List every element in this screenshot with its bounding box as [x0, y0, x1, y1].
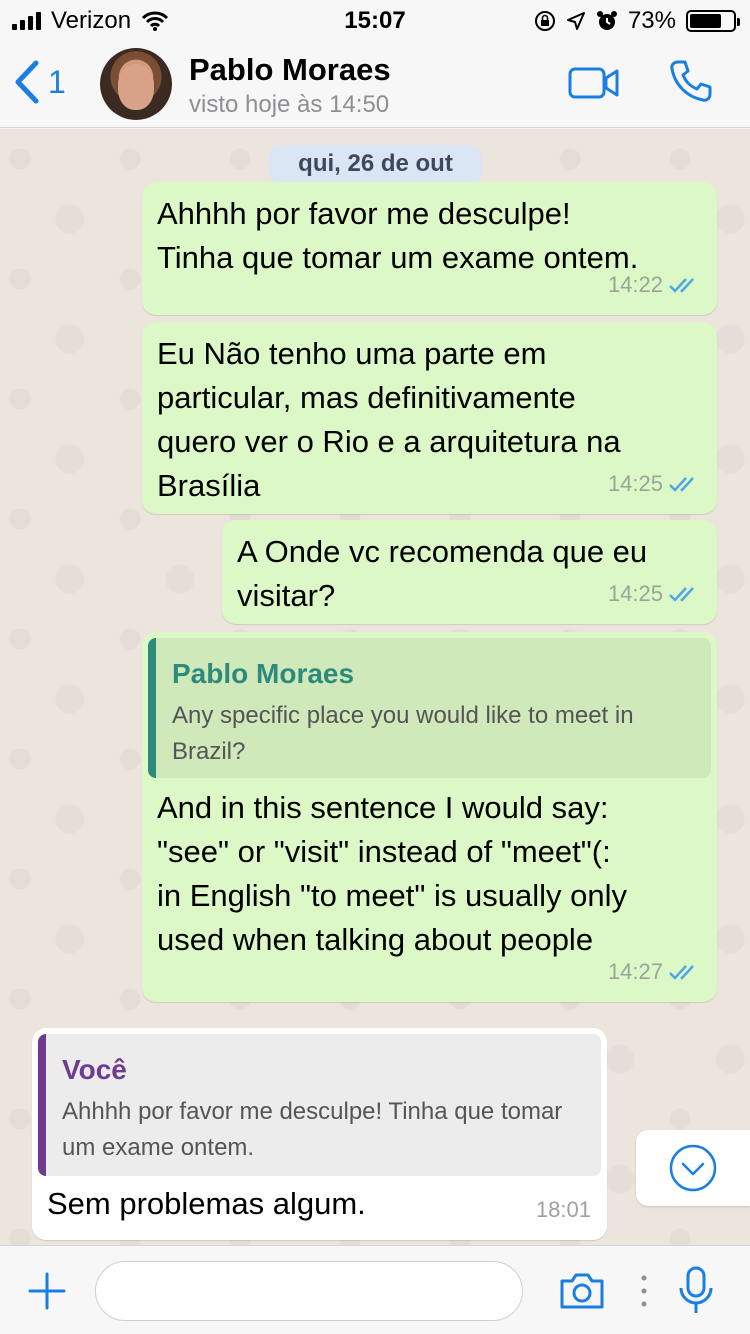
message-time: 14:27 — [607, 959, 663, 984]
status-bar: Verizon 15:07 73% — [0, 0, 750, 40]
alarm-icon — [596, 11, 617, 30]
quote-bar — [148, 638, 156, 778]
date-separator: qui, 26 de out — [269, 145, 482, 183]
phone-icon[interactable] — [668, 58, 714, 104]
message-time: 18:01 — [535, 1197, 591, 1222]
back-button[interactable]: 1 — [14, 60, 66, 104]
read-ticks-icon — [669, 477, 694, 492]
battery-icon — [686, 10, 740, 32]
contact-name[interactable]: Pablo Moraes — [189, 52, 391, 88]
message-time: 14:22 — [607, 272, 663, 297]
message-text: Sem problemas algum. — [47, 1186, 366, 1221]
plus-icon[interactable] — [28, 1272, 66, 1310]
quote-bar — [38, 1034, 46, 1176]
message-meta: 18:01 — [536, 1188, 591, 1232]
whatsapp-chat-screen: Verizon 15:07 73% 1 Pablo Moraes visto h… — [0, 0, 750, 1334]
quoted-message[interactable]: Você Ahhhh por favor me desculpe! Tinha … — [38, 1034, 601, 1176]
message-text: And in this sentence I would say: "see" … — [157, 790, 628, 957]
message-time: 14:25 — [607, 581, 663, 606]
message-meta: 14:25 — [608, 572, 701, 616]
input-bar — [0, 1245, 750, 1334]
read-ticks-icon — [669, 278, 694, 293]
message-meta: 14:25 — [608, 462, 701, 506]
chat-area[interactable]: qui, 26 de out Ahhhh por favor me descul… — [0, 129, 750, 1245]
chat-header: 1 Pablo Moraes visto hoje às 14:50 — [0, 40, 750, 128]
camera-icon[interactable] — [558, 1272, 606, 1310]
location-icon — [566, 12, 585, 30]
contact-status: visto hoje às 14:50 — [189, 91, 390, 118]
back-chevron-icon — [15, 60, 39, 104]
message-bubble-incoming-reply[interactable]: Você Ahhhh por favor me desculpe! Tinha … — [32, 1028, 607, 1240]
message-bubble-outgoing[interactable]: A Onde vc recomenda que eu visitar? 14:2… — [222, 520, 717, 624]
quoted-message[interactable]: Pablo Moraes Any specific place you woul… — [148, 638, 711, 778]
read-ticks-icon — [669, 965, 694, 980]
quote-author: Pablo Moraes — [172, 658, 355, 689]
read-ticks-icon — [669, 587, 694, 602]
message-time: 14:25 — [607, 471, 663, 496]
orientation-lock-icon — [534, 11, 555, 31]
quote-text: Ahhhh por favor me desculpe! Tinha que t… — [62, 1098, 563, 1161]
status-right: 73% — [534, 7, 740, 35]
quote-text: Any specific place you would like to mee… — [172, 702, 634, 765]
quote-author: Você — [62, 1054, 127, 1085]
battery-fill — [690, 14, 721, 28]
message-bubble-outgoing[interactable]: Ahhhh por favor me desculpe! Tinha que t… — [142, 182, 717, 315]
message-meta: 14:27 — [608, 950, 701, 994]
more-icon[interactable] — [640, 1274, 648, 1308]
back-count: 1 — [48, 63, 66, 100]
video-call-icon[interactable] — [568, 66, 620, 100]
microphone-icon[interactable] — [678, 1266, 714, 1316]
message-input[interactable] — [95, 1261, 523, 1321]
chevron-down-icon — [669, 1144, 717, 1192]
scroll-to-bottom-button[interactable] — [636, 1130, 750, 1206]
message-meta: 14:22 — [608, 263, 701, 307]
battery-percent: 73% — [627, 7, 676, 34]
message-bubble-outgoing-reply[interactable]: Pablo Moraes Any specific place you woul… — [142, 632, 717, 1002]
message-bubble-outgoing[interactable]: Eu Não tenho uma parte em particular, ma… — [142, 322, 717, 514]
avatar[interactable] — [100, 48, 172, 120]
avatar-face — [118, 64, 154, 110]
